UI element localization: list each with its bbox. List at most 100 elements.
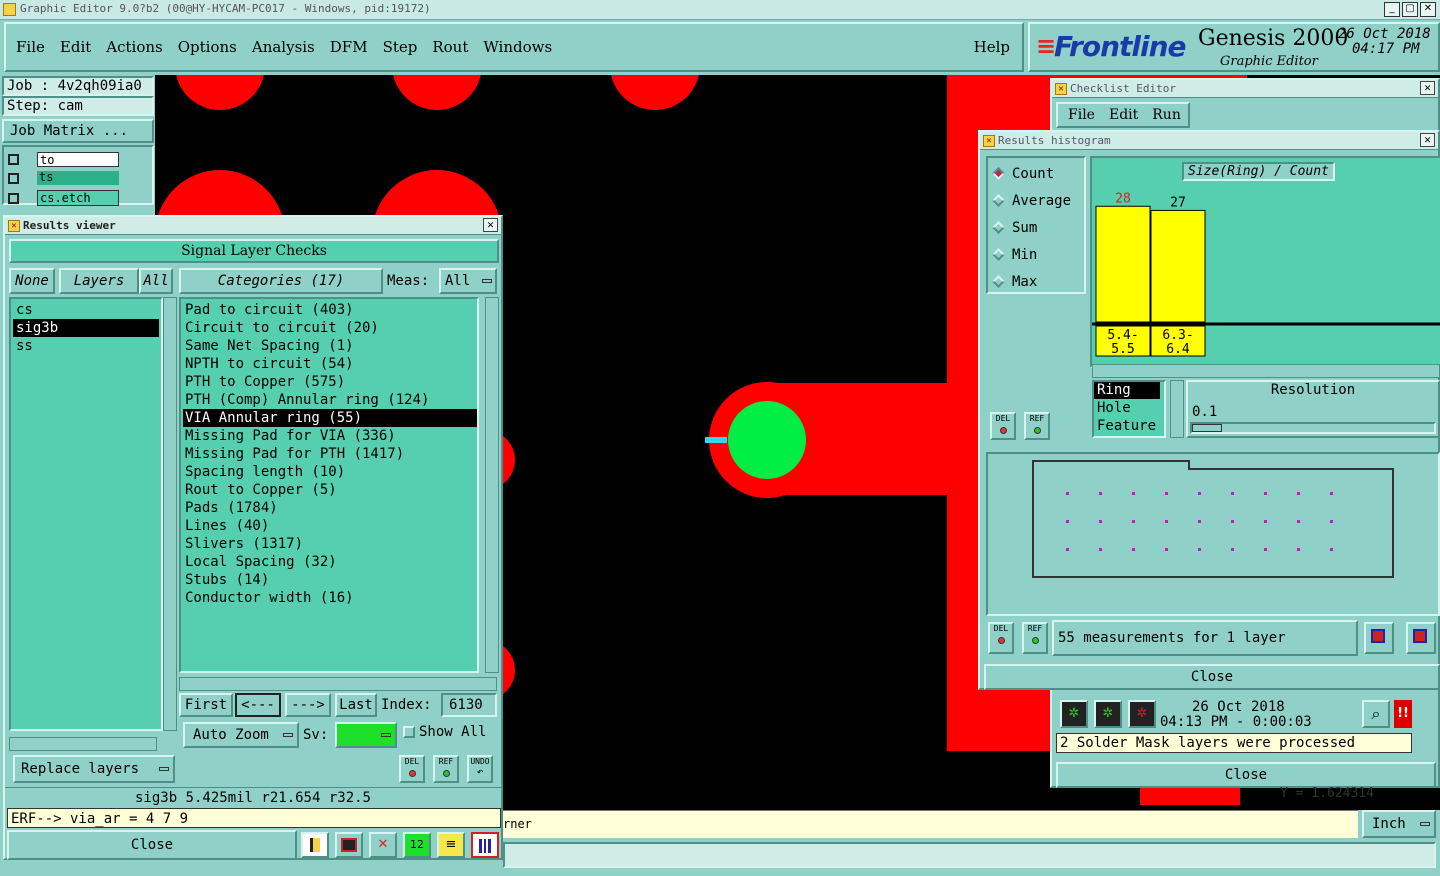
next-button[interactable]: --->	[285, 693, 331, 717]
layer-checkbox[interactable]	[8, 192, 19, 204]
category-item[interactable]: Rout to Copper (5)	[183, 481, 477, 499]
category-item[interactable]: NPTH to circuit (54)	[183, 355, 477, 373]
show-all-checkbox[interactable]	[403, 726, 415, 738]
menu-windows[interactable]: Windows	[483, 38, 552, 56]
layer-list[interactable]: cs sig3b ss	[9, 297, 163, 731]
slider-thumb[interactable]	[1192, 424, 1222, 432]
menu-actions[interactable]: Actions	[106, 38, 162, 56]
results-viewer-titlebar[interactable]: ✕ Results viewer ✕	[5, 217, 501, 235]
category-item[interactable]: Pad to circuit (403)	[183, 301, 477, 319]
window-controls[interactable]: _ ▢ ✕	[1384, 2, 1436, 17]
attribute-list[interactable]: Ring Hole Feature	[1092, 380, 1166, 438]
results-close-button[interactable]: Close	[7, 830, 297, 860]
resolution-slider[interactable]	[1190, 422, 1436, 434]
command-input[interactable]	[503, 842, 1436, 868]
monitor-icon[interactable]	[335, 832, 363, 858]
menu-file[interactable]: File	[1068, 107, 1095, 123]
hist-ref-button[interactable]: REF	[1024, 412, 1050, 440]
ref-button[interactable]: REF	[433, 755, 459, 783]
chart-icon[interactable]	[471, 832, 499, 858]
menu-dfm[interactable]: DFM	[330, 38, 368, 56]
categories-button[interactable]: Categories (17)	[179, 268, 383, 294]
histogram-bar[interactable]	[1150, 209, 1206, 323]
map-del-button[interactable]: DEL	[988, 622, 1014, 654]
layer-checkbox[interactable]	[8, 172, 19, 184]
ref-cross-icon[interactable]: ✕	[369, 832, 397, 858]
mode-max-radio[interactable]: Max	[988, 268, 1084, 295]
layer-list-vscroll[interactable]	[163, 297, 177, 731]
mode-sum-radio[interactable]: Sum	[988, 214, 1084, 241]
checklist-close-button[interactable]: Close	[1056, 762, 1436, 788]
histogram-titlebar[interactable]: ✕ Results histogram ✕	[980, 132, 1438, 150]
attr-item-selected[interactable]: Ring	[1094, 382, 1160, 399]
layer-checkbox[interactable]	[8, 154, 19, 165]
category-item-selected[interactable]: VIA Annular ring (55)	[183, 409, 477, 427]
mode-min-radio[interactable]: Min	[988, 241, 1084, 268]
menu-edit[interactable]: Edit	[60, 38, 91, 56]
category-list-hscroll[interactable]	[179, 677, 497, 691]
category-item[interactable]: Lines (40)	[183, 517, 477, 535]
category-item[interactable]: Same Net Spacing (1)	[183, 337, 477, 355]
undo-button[interactable]: UNDO ↶	[467, 755, 493, 783]
layer-list-hscroll[interactable]	[9, 737, 157, 751]
menu-options[interactable]: Options	[178, 38, 237, 56]
select-all-button[interactable]: All	[139, 268, 173, 294]
minimize-button[interactable]: _	[1384, 2, 1400, 17]
category-item[interactable]: Pads (1784)	[183, 499, 477, 517]
histogram-hscroll[interactable]	[1092, 364, 1440, 378]
category-item[interactable]: Local Spacing (32)	[183, 553, 477, 571]
run-stop-icon[interactable]: ✲	[1128, 700, 1156, 728]
category-list-vscroll[interactable]	[485, 297, 499, 673]
hist-del-button[interactable]: DEL	[990, 412, 1016, 440]
category-item[interactable]: Spacing length (10)	[183, 463, 477, 481]
close-window-button[interactable]: ✕	[1420, 2, 1436, 17]
export-icon[interactable]	[1406, 622, 1436, 654]
auto-zoom-select[interactable]: Auto Zoom	[183, 722, 299, 748]
last-button[interactable]: Last	[335, 693, 377, 717]
histogram-bar[interactable]	[1095, 205, 1151, 323]
first-button[interactable]: First	[179, 693, 233, 717]
category-item[interactable]: Missing Pad for VIA (336)	[183, 427, 477, 445]
notes-icon[interactable]: ≡	[437, 832, 465, 858]
replace-layers-select[interactable]: Replace layers	[13, 755, 175, 783]
category-item[interactable]: Slivers (1317)	[183, 535, 477, 553]
category-item[interactable]: PTH (Comp) Annular ring (124)	[183, 391, 477, 409]
run-all-icon[interactable]: ✲	[1094, 700, 1122, 728]
index-input[interactable]: 6130	[441, 693, 497, 717]
menu-rout[interactable]: Rout	[432, 38, 468, 56]
close-icon[interactable]: ✕	[1420, 81, 1435, 95]
map-ref-button[interactable]: REF	[1022, 622, 1048, 654]
menu-file[interactable]: File	[16, 38, 45, 56]
maximize-button[interactable]: ▢	[1402, 2, 1418, 17]
select-none-button[interactable]: None	[9, 268, 55, 294]
list-item[interactable]: ss	[13, 337, 159, 355]
run-icon[interactable]: ✲	[1060, 700, 1088, 728]
category-item[interactable]: PTH to Copper (575)	[183, 373, 477, 391]
category-item[interactable]: Stubs (14)	[183, 571, 477, 589]
category-item[interactable]: Missing Pad for PTH (1417)	[183, 445, 477, 463]
checklist-titlebar[interactable]: ✕ Checklist Editor ✕	[1052, 80, 1438, 98]
menu-edit[interactable]: Edit	[1109, 107, 1138, 123]
attr-item[interactable]: Feature	[1094, 417, 1164, 435]
close-icon[interactable]: ✕	[483, 218, 498, 232]
category-item[interactable]: Circuit to circuit (20)	[183, 319, 477, 337]
zoom-icon[interactable]: ⌕	[1362, 700, 1390, 728]
list-item[interactable]: cs	[13, 301, 159, 319]
menu-analysis[interactable]: Analysis	[252, 38, 315, 56]
histogram-close-button[interactable]: Close	[984, 664, 1440, 690]
histogram-tool-icon[interactable]	[301, 832, 329, 858]
menu-run[interactable]: Run	[1152, 107, 1181, 123]
list-item-selected[interactable]: sig3b	[13, 319, 159, 337]
attr-item[interactable]: Hole	[1094, 399, 1164, 417]
meas-select[interactable]: All	[439, 268, 497, 294]
menu-help[interactable]: Help	[974, 38, 1010, 56]
layer-row[interactable]: cs.etch	[8, 190, 148, 206]
attribute-vscroll[interactable]	[1170, 380, 1184, 438]
del-button[interactable]: DEL	[399, 755, 425, 783]
category-item[interactable]: Conductor width (16)	[183, 589, 477, 607]
close-icon[interactable]: ✕	[1420, 133, 1435, 147]
numbers-icon[interactable]: 12	[403, 832, 431, 858]
layer-row[interactable]: to	[8, 151, 148, 168]
layers-button[interactable]: Layers	[59, 268, 139, 294]
mode-average-radio[interactable]: Average	[988, 187, 1084, 214]
